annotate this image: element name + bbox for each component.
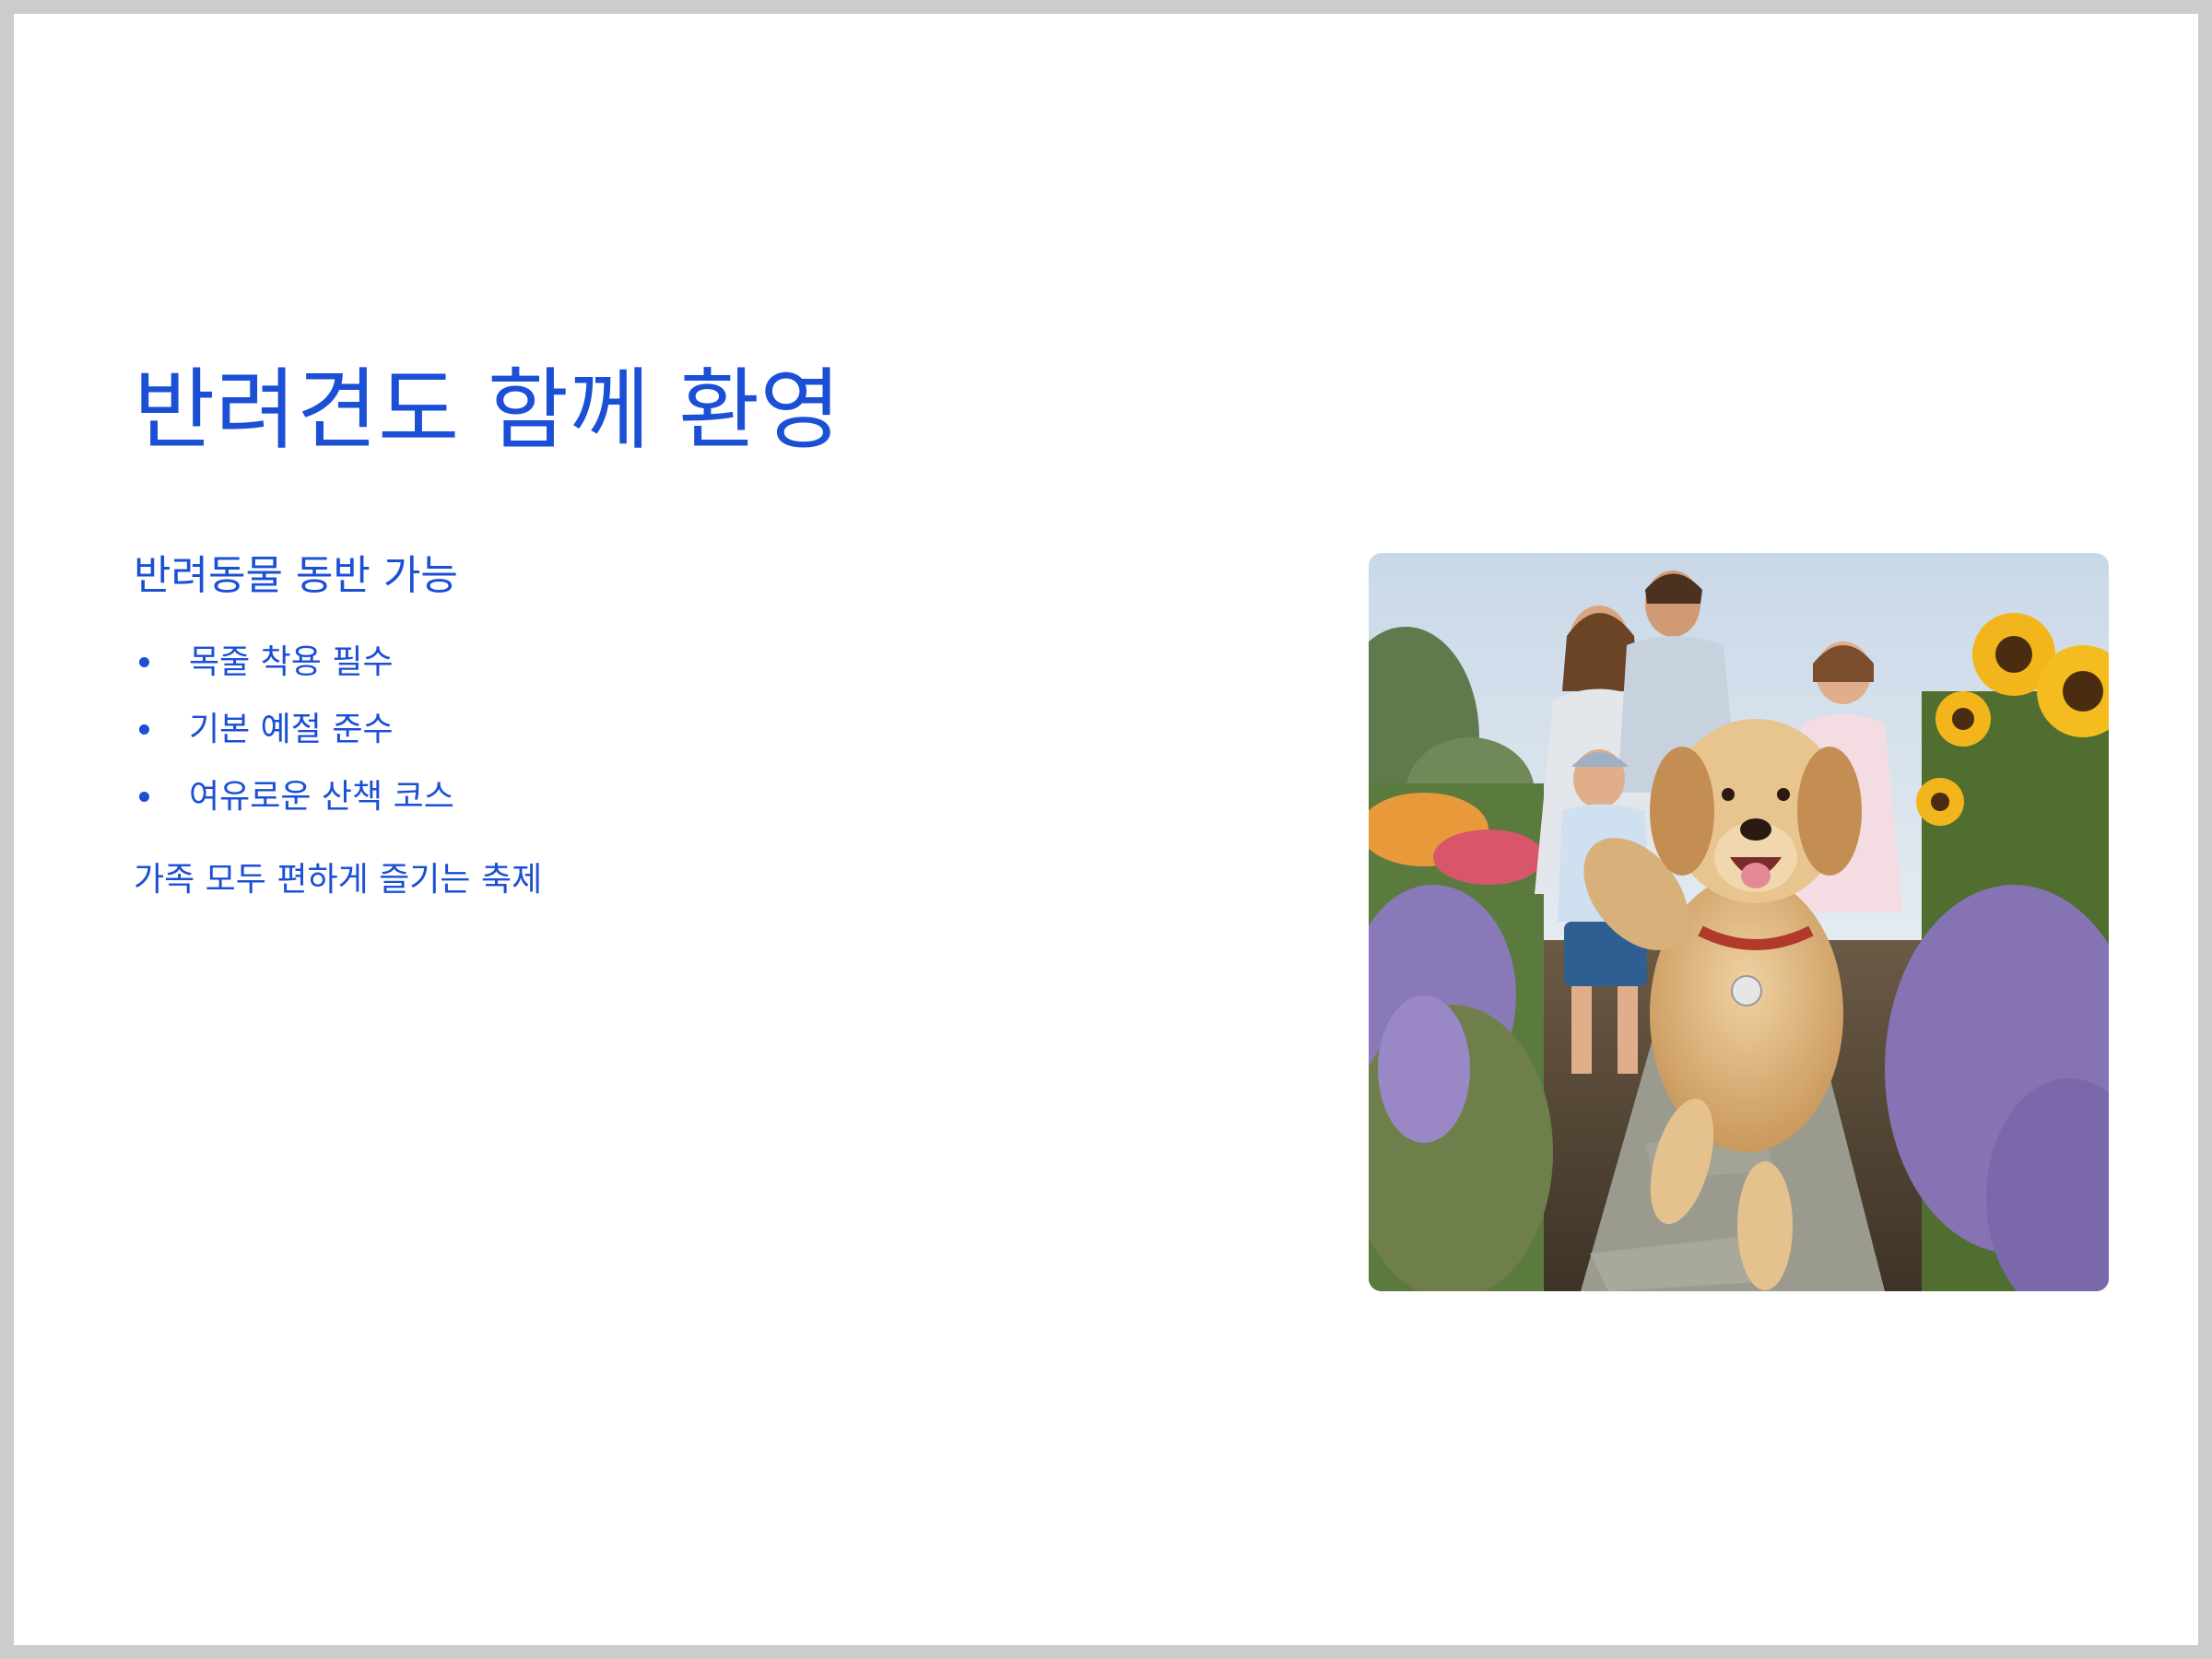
bullet-item: 기본 예절 준수 [134, 696, 454, 763]
bullet-list: 목줄 착용 필수 기본 예절 준수 여유로운 산책 코스 [134, 629, 454, 830]
slide-title: 반려견도 함께 환영 [134, 359, 841, 462]
bullet-text: 목줄 착용 필수 [189, 643, 394, 681]
bullet-item: 여유로운 산책 코스 [134, 763, 454, 830]
bullet-text: 여유로운 산책 코스 [189, 778, 454, 816]
slide: 반려견도 함께 환영 반려동물 동반 가능 목줄 착용 필수 기본 예절 준수 … [0, 0, 2212, 1659]
slide-tagline: 가족 모두 편하게 즐기는 축제 [134, 861, 543, 899]
bullet-text: 기본 예절 준수 [189, 711, 394, 748]
slide-subtitle: 반려동물 동반 가능 [134, 552, 458, 599]
bullet-dot-icon [139, 657, 149, 667]
family-dog-photo [1369, 553, 2109, 1291]
bullet-item: 목줄 착용 필수 [134, 629, 454, 696]
bullet-dot-icon [139, 792, 149, 802]
bullet-dot-icon [139, 724, 149, 735]
